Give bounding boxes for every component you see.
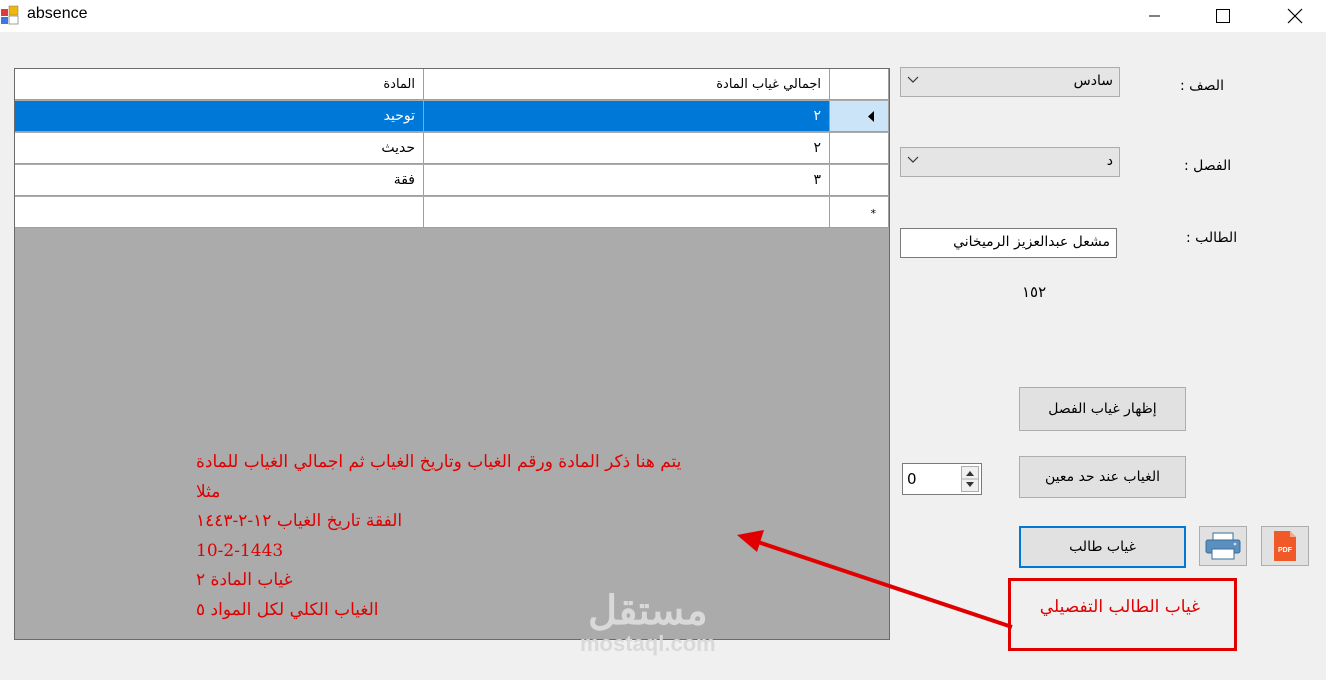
callout-text: غياب الطالب التفصيلي — [1039, 597, 1200, 617]
callout-box: غياب الطالب التفصيلي — [1008, 578, 1237, 651]
